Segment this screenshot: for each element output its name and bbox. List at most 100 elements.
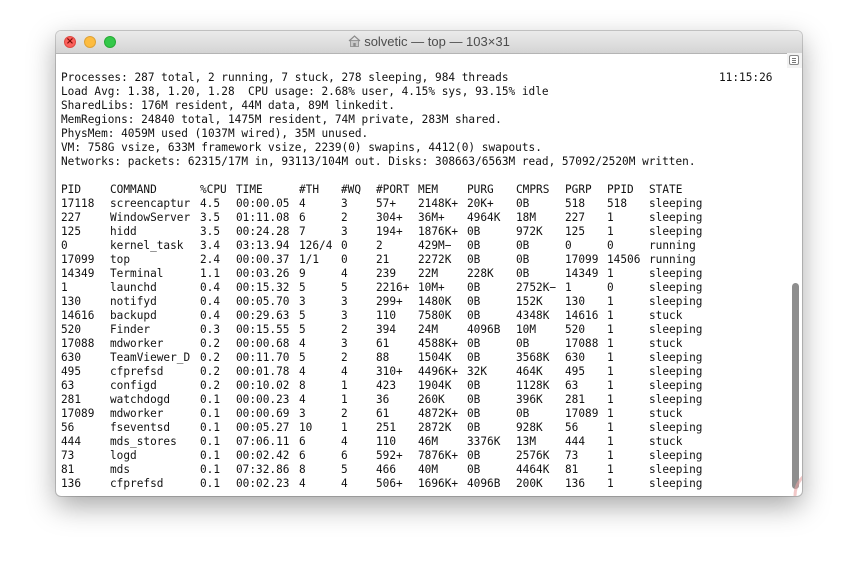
clock-time: 11:15:26: [719, 71, 773, 84]
cell-cmprs: 200K: [516, 477, 543, 490]
cell-mem: 46M: [418, 435, 439, 448]
cell-ports: 423: [376, 379, 397, 392]
cell-command: kernel_task: [110, 239, 184, 252]
cell-cmprs: 2576K: [516, 449, 550, 462]
cell-purg: 0B: [467, 421, 481, 434]
cell-threads: 7: [299, 225, 306, 238]
cell-time: 00:02.42: [236, 449, 290, 462]
column-header-state: STATE: [649, 183, 683, 196]
cell-cpu: 0.1: [200, 393, 221, 406]
cell-state: sleeping: [649, 225, 703, 238]
cell-ppid: 1: [607, 211, 614, 224]
cell-pid: 73: [61, 449, 75, 462]
cell-pid: 130: [61, 295, 82, 308]
title-bar[interactable]: × solvetic — top — 103×31: [56, 31, 802, 54]
cell-wq: 2: [341, 407, 348, 420]
cell-wq: 3: [341, 197, 348, 210]
cell-wq: 4: [341, 477, 348, 490]
cell-ppid: 1: [607, 267, 614, 280]
terminal-scroll-icon[interactable]: [789, 55, 799, 65]
cell-state: sleeping: [649, 365, 703, 378]
cell-time: 00:00.37: [236, 253, 290, 266]
cell-cpu: 0.4: [200, 309, 221, 322]
cell-time: 07:06.11: [236, 435, 290, 448]
cell-cmprs: 928K: [516, 421, 543, 434]
cell-cmprs: 4348K: [516, 309, 550, 322]
cell-ppid: 0: [607, 281, 614, 294]
column-header-purg: PURG: [467, 183, 494, 196]
cell-threads: 5: [299, 351, 306, 364]
cell-threads: 3: [299, 295, 306, 308]
cell-command: configd: [110, 379, 157, 392]
cell-cmprs: 0B: [516, 253, 530, 266]
cell-threads: 126/4: [299, 239, 333, 252]
cell-state: sleeping: [649, 449, 703, 462]
cell-command: cfprefsd: [110, 365, 164, 378]
cell-threads: 6: [299, 211, 306, 224]
cell-ports: 2: [376, 239, 383, 252]
cell-command: WindowServer: [110, 211, 191, 224]
cell-ports: 310+: [376, 365, 403, 378]
cell-command: mds_stores: [110, 435, 177, 448]
cell-state: sleeping: [649, 477, 703, 490]
cell-state: stuck: [649, 337, 683, 350]
cell-state: sleeping: [649, 463, 703, 476]
cell-pid: 227: [61, 211, 82, 224]
cell-time: 00:01.78: [236, 365, 290, 378]
cell-pid: 1: [61, 281, 68, 294]
cell-pgrp: 14349: [565, 267, 599, 280]
cell-pgrp: 73: [565, 449, 579, 462]
cell-pgrp: 0: [565, 239, 572, 252]
cell-cmprs: 1128K: [516, 379, 550, 392]
cell-mem: 260K: [418, 393, 445, 406]
cell-ppid: 14506: [607, 253, 641, 266]
column-header-threads: #TH: [299, 183, 320, 196]
cell-state: sleeping: [649, 351, 703, 364]
cell-mem: 2148K+: [418, 197, 459, 210]
cell-threads: 9: [299, 267, 306, 280]
cell-wq: 0: [341, 239, 348, 252]
cell-mem: 22M: [418, 267, 439, 280]
cell-pid: 136: [61, 477, 82, 490]
cell-cmprs: 464K: [516, 365, 543, 378]
cell-command: TeamViewer_D: [110, 351, 191, 364]
cell-cmprs: 0B: [516, 337, 530, 350]
cell-ppid: 1: [607, 309, 614, 322]
column-header-time: TIME: [236, 183, 263, 196]
cell-wq: 1: [341, 421, 348, 434]
cell-mem: 7876K+: [418, 449, 459, 462]
cell-pid: 81: [61, 463, 75, 476]
column-header-mem: MEM: [418, 183, 439, 196]
cell-command: cfprefsd: [110, 477, 164, 490]
cell-pgrp: 17099: [565, 253, 599, 266]
column-header-cpu: %CPU: [200, 183, 227, 196]
scrollbar-thumb[interactable]: [792, 283, 799, 489]
cell-pid: 56: [61, 421, 75, 434]
cell-time: 00:11.70: [236, 351, 290, 364]
cell-time: 00:10.02: [236, 379, 290, 392]
cell-purg: 0B: [467, 295, 481, 308]
cell-mem: 1480K: [418, 295, 452, 308]
cell-state: sleeping: [649, 379, 703, 392]
cell-time: 00:00.23: [236, 393, 290, 406]
cell-state: stuck: [649, 435, 683, 448]
cell-pgrp: 520: [565, 323, 586, 336]
cell-ppid: 1: [607, 337, 614, 350]
cell-ports: 61: [376, 337, 390, 350]
cell-cmprs: 152K: [516, 295, 543, 308]
cell-pgrp: 518: [565, 197, 586, 210]
cell-time: 00:03.26: [236, 267, 290, 280]
sharedlibs-summary: SharedLibs: 176M resident, 44M data, 89M…: [61, 99, 395, 112]
cell-purg: 3376K: [467, 435, 501, 448]
cell-ppid: 1: [607, 463, 614, 476]
cell-purg: 0B: [467, 309, 481, 322]
cell-time: 00:00.68: [236, 337, 290, 350]
cell-mem: 429M−: [418, 239, 452, 252]
scrollbar[interactable]: [787, 69, 802, 496]
window-title: solvetic — top — 103×31: [56, 31, 802, 53]
cell-pid: 630: [61, 351, 82, 364]
cell-threads: 10: [299, 421, 313, 434]
terminal-scroll-icon-box[interactable]: [787, 53, 802, 68]
cell-pid: 520: [61, 323, 82, 336]
cell-wq: 3: [341, 337, 348, 350]
